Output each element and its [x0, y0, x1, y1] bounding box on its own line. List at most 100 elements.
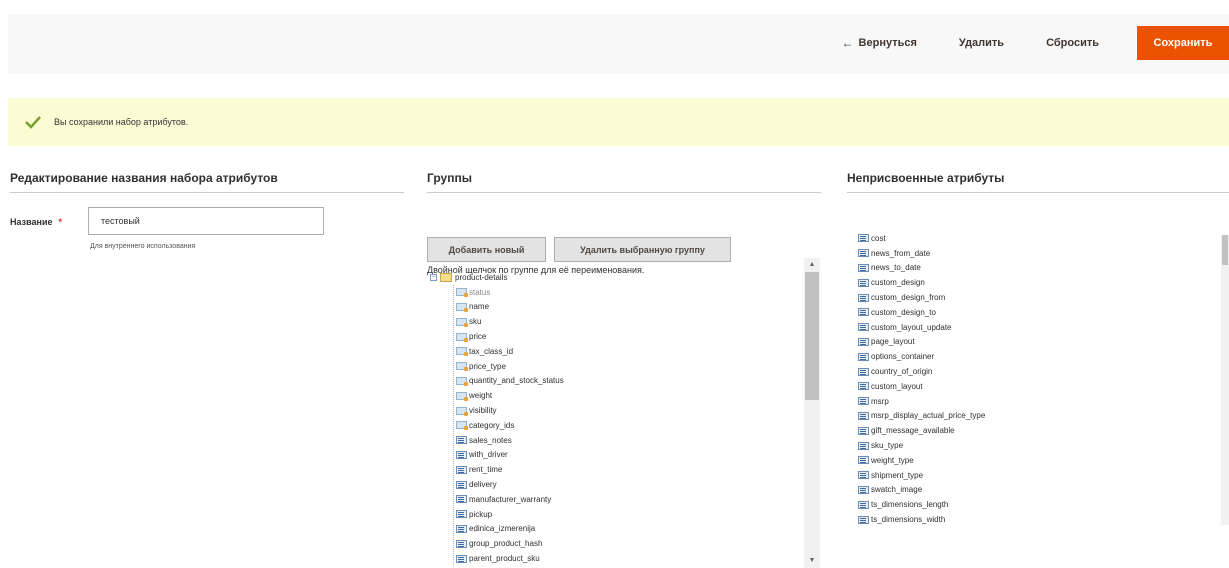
unassigned-attribute-label[interactable]: news_from_date — [871, 249, 930, 258]
unassigned-attribute-label[interactable]: custom_layout — [871, 382, 923, 391]
attribute-icon — [858, 234, 869, 243]
attribute-icon — [858, 485, 869, 494]
unassigned-attribute-label[interactable]: options_container — [871, 352, 934, 361]
tree-group-root[interactable]: − product-details — [430, 270, 800, 285]
tree-attribute-item[interactable]: with_driver — [456, 448, 800, 463]
unassigned-attribute-item[interactable]: news_to_date — [858, 261, 1213, 276]
tree-attribute-label[interactable]: price_type — [469, 362, 506, 371]
unassigned-attribute-item[interactable]: sku_type — [858, 438, 1213, 453]
tree-attribute-item[interactable]: sales_notes — [456, 433, 800, 448]
tree-attribute-label[interactable]: rent_time — [469, 465, 502, 474]
tree-attribute-label[interactable]: price — [469, 332, 486, 341]
unassigned-attribute-item[interactable]: country_of_origin — [858, 364, 1213, 379]
tree-attribute-item[interactable]: delivery — [456, 477, 800, 492]
unassigned-attribute-label[interactable]: ts_dimensions_length — [871, 500, 948, 509]
unassigned-attribute-label[interactable]: shipment_type — [871, 471, 923, 480]
tree-attribute-label[interactable]: sales_notes — [469, 436, 512, 445]
unassigned-attribute-item[interactable]: msrp_display_actual_price_type — [858, 409, 1213, 424]
unassigned-attribute-item[interactable]: custom_design — [858, 275, 1213, 290]
check-icon — [25, 116, 41, 129]
groups-scrollbar[interactable]: ▲ ▼ — [804, 258, 820, 568]
unassigned-attribute-item[interactable]: swatch_image — [858, 483, 1213, 498]
tree-attribute-item[interactable]: name — [456, 300, 800, 315]
tree-attribute-item[interactable]: pickup — [456, 507, 800, 522]
tree-attribute-label[interactable]: quantity_and_stock_status — [469, 376, 564, 385]
unassigned-attribute-item[interactable]: custom_design_to — [858, 305, 1213, 320]
tree-attribute-label[interactable]: status — [469, 288, 490, 297]
tree-attribute-item[interactable]: price_type — [456, 359, 800, 374]
reset-button[interactable]: Сбросить — [1042, 26, 1103, 60]
add-group-button[interactable]: Добавить новый — [427, 237, 546, 262]
tree-attribute-label[interactable]: parent_product_sku — [469, 554, 540, 563]
tree-attribute-label[interactable]: weight — [469, 391, 492, 400]
tree-attribute-item[interactable]: parent_product_sku — [456, 551, 800, 566]
unassigned-scrollbar[interactable] — [1221, 235, 1229, 525]
delete-button[interactable]: Удалить — [955, 26, 1008, 60]
unassigned-attribute-item[interactable]: custom_design_from — [858, 290, 1213, 305]
unassigned-attribute-item[interactable]: msrp — [858, 394, 1213, 409]
group-label[interactable]: product-details — [455, 273, 507, 282]
tree-attribute-item[interactable]: rent_time — [456, 462, 800, 477]
tree-attribute-label[interactable]: pickup — [469, 510, 492, 519]
tree-attribute-item[interactable]: edinica_izmerenija — [456, 522, 800, 537]
unassigned-attribute-label[interactable]: country_of_origin — [871, 367, 932, 376]
groups-scrollbar-thumb[interactable] — [805, 272, 819, 400]
unassigned-attribute-label[interactable]: msrp_display_actual_price_type — [871, 411, 985, 420]
unassigned-attribute-label[interactable]: sku_type — [871, 441, 903, 450]
tree-attribute-item[interactable]: visibility — [456, 403, 800, 418]
attribute-icon — [456, 495, 467, 504]
unassigned-attribute-label[interactable]: custom_design — [871, 278, 925, 287]
unassigned-attribute-item[interactable]: custom_layout_update — [858, 320, 1213, 335]
tree-attribute-label[interactable]: name — [469, 302, 489, 311]
unassigned-attribute-item[interactable]: gift_message_available — [858, 423, 1213, 438]
unassigned-attribute-label[interactable]: gift_message_available — [871, 426, 955, 435]
unassigned-attribute-label[interactable]: page_layout — [871, 337, 915, 346]
tree-attribute-item[interactable]: price — [456, 329, 800, 344]
scroll-up-icon[interactable]: ▲ — [804, 258, 820, 272]
unassigned-attribute-label[interactable]: custom_layout_update — [871, 323, 952, 332]
delete-group-button[interactable]: Удалить выбранную группу — [554, 237, 731, 262]
page-actions: ← Вернуться Удалить Сбросить Сохранить — [838, 26, 1229, 60]
unassigned-attribute-item[interactable]: options_container — [858, 349, 1213, 364]
unassigned-attribute-label[interactable]: ts_dimensions_width — [871, 515, 945, 524]
tree-attribute-label[interactable]: manufacturer_warranty — [469, 495, 551, 504]
unassigned-attribute-item[interactable]: ts_dimensions_length — [858, 497, 1213, 512]
unassigned-attribute-label[interactable]: weight_type — [871, 456, 914, 465]
tree-attribute-label[interactable]: with_driver — [469, 450, 508, 459]
tree-attribute-label[interactable]: edinica_izmerenija — [469, 524, 535, 533]
tree-attribute-item[interactable]: group_product_hash — [456, 536, 800, 551]
tree-attribute-label[interactable]: group_product_hash — [469, 539, 542, 548]
tree-attribute-label[interactable]: sku — [469, 317, 481, 326]
unassigned-attribute-label[interactable]: news_to_date — [871, 263, 921, 272]
save-button[interactable]: Сохранить — [1137, 26, 1229, 60]
name-input[interactable] — [88, 207, 324, 235]
tree-attribute-item[interactable]: category_ids — [456, 418, 800, 433]
unassigned-scrollbar-thumb[interactable] — [1222, 235, 1228, 265]
tree-attribute-item[interactable]: manufacturer_warranty — [456, 492, 800, 507]
unassigned-attribute-item[interactable]: page_layout — [858, 335, 1213, 350]
unassigned-attribute-item[interactable]: shipment_type — [858, 468, 1213, 483]
unassigned-attribute-item[interactable]: cost — [858, 231, 1213, 246]
tree-attribute-label[interactable]: category_ids — [469, 421, 514, 430]
unassigned-attribute-label[interactable]: custom_design_to — [871, 308, 936, 317]
unassigned-attribute-label[interactable]: cost — [871, 234, 886, 243]
scroll-down-icon[interactable]: ▼ — [804, 554, 820, 568]
attribute-icon — [858, 367, 869, 376]
unassigned-attribute-item[interactable]: custom_layout — [858, 379, 1213, 394]
unassigned-attribute-label[interactable]: swatch_image — [871, 485, 922, 494]
tree-attribute-item[interactable]: quantity_and_stock_status — [456, 374, 800, 389]
tree-attribute-item[interactable]: status — [456, 285, 800, 300]
unassigned-attribute-item[interactable]: news_from_date — [858, 246, 1213, 261]
tree-attribute-item[interactable]: weight — [456, 388, 800, 403]
unassigned-attribute-label[interactable]: msrp — [871, 397, 889, 406]
unassigned-attribute-label[interactable]: custom_design_from — [871, 293, 945, 302]
unassigned-attribute-item[interactable]: ts_dimensions_width — [858, 512, 1213, 527]
collapse-icon[interactable]: − — [430, 273, 437, 281]
tree-attribute-label[interactable]: visibility — [469, 406, 497, 415]
tree-attribute-item[interactable]: sku — [456, 314, 800, 329]
tree-attribute-item[interactable]: tax_class_id — [456, 344, 800, 359]
tree-attribute-label[interactable]: tax_class_id — [469, 347, 513, 356]
tree-attribute-label[interactable]: delivery — [469, 480, 497, 489]
back-button[interactable]: ← Вернуться — [838, 26, 921, 60]
unassigned-attribute-item[interactable]: weight_type — [858, 453, 1213, 468]
